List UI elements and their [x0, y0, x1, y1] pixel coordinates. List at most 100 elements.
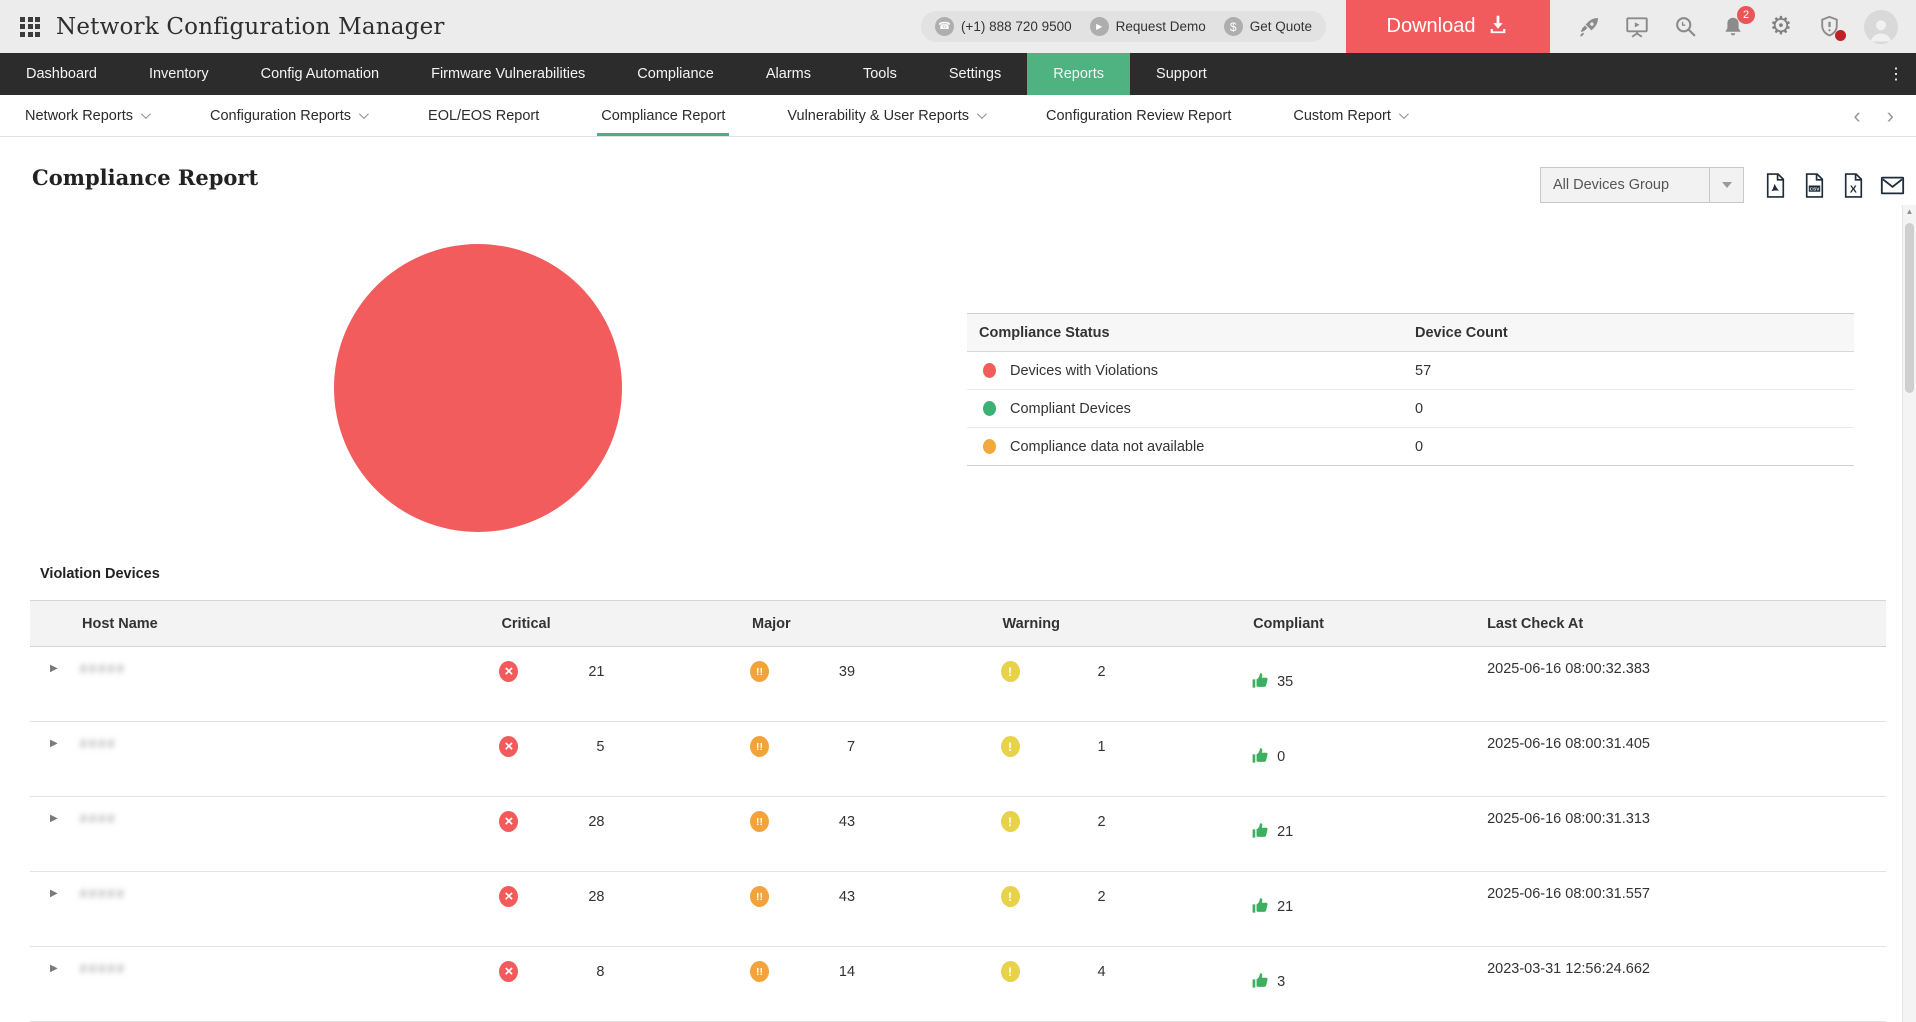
contact-pill: ☎ (+1) 888 720 9500 ▶ Request Demo $ Get… — [921, 11, 1326, 42]
subnav-configuration-review-report[interactable]: Configuration Review Report — [1046, 95, 1231, 136]
compliance-report-page: Network Configuration Manager ☎ (+1) 888… — [0, 0, 1916, 1022]
status-table-header: Compliance Status Device Count — [967, 313, 1854, 352]
row-expander-icon[interactable] — [50, 888, 58, 899]
major-icon — [750, 886, 769, 907]
col-last-check-at: Last Check At — [1459, 601, 1886, 647]
status-row-compliant[interactable]: Compliant Devices 0 — [967, 390, 1854, 428]
vertical-scrollbar[interactable]: ▲ — [1902, 205, 1916, 1022]
warning-icon — [1001, 886, 1020, 907]
phone-number: (+1) 888 720 9500 — [961, 19, 1072, 34]
violation-table-header-row: Host Name Critical Major Warning Complia… — [30, 601, 1886, 647]
compliant-count: 21 — [1277, 899, 1293, 915]
download-label: Download — [1387, 15, 1476, 38]
csv-export-icon[interactable]: CSV — [1801, 171, 1827, 199]
device-row[interactable]: #### 5 7 1 0 — [30, 722, 1886, 797]
scrollbar-thumb[interactable] — [1905, 223, 1914, 393]
nav-item-inventory[interactable]: Inventory — [123, 53, 235, 95]
status-label: Devices with Violations — [1010, 363, 1158, 379]
compliant-count: 35 — [1277, 674, 1293, 690]
user-avatar[interactable] — [1864, 10, 1898, 44]
subnav-label: Custom Report — [1293, 108, 1391, 124]
excel-export-icon[interactable]: X — [1840, 171, 1866, 199]
critical-icon — [499, 811, 518, 832]
critical-icon — [499, 886, 518, 907]
settings-gear-icon[interactable]: ⚙ — [1768, 14, 1794, 40]
warning-count: 2 — [1024, 889, 1106, 905]
header-icon-bar: 2 ⚙ — [1550, 10, 1916, 44]
last-check-at: 2025-06-16 08:00:31.313 — [1459, 797, 1886, 872]
row-expander-icon[interactable] — [50, 963, 58, 974]
subnav-network-reports[interactable]: Network Reports — [25, 95, 148, 136]
chevron-down-icon — [359, 109, 369, 119]
nav-overflow-menu-icon[interactable]: ⋮ — [1876, 53, 1916, 95]
subnav-scroll-left-icon[interactable]: ‹ — [1853, 103, 1860, 129]
nav-item-tools[interactable]: Tools — [837, 53, 923, 95]
nav-item-alarms[interactable]: Alarms — [740, 53, 837, 95]
row-expander-icon[interactable] — [50, 663, 58, 674]
compliant-count: 21 — [1277, 824, 1293, 840]
thumbs-up-icon — [1251, 671, 1270, 690]
nav-item-compliance[interactable]: Compliance — [611, 53, 740, 95]
chevron-down-icon — [1399, 109, 1409, 119]
notifications-bell-icon[interactable]: 2 — [1720, 14, 1746, 40]
nav-item-settings[interactable]: Settings — [923, 53, 1027, 95]
whats-new-rocket-icon[interactable] — [1576, 14, 1602, 40]
subnav-custom-report[interactable]: Custom Report — [1293, 95, 1406, 136]
critical-icon — [499, 661, 518, 682]
device-group-select-value: All Devices Group — [1541, 177, 1709, 193]
critical-icon — [499, 961, 518, 982]
status-row-no-data[interactable]: Compliance data not available 0 — [967, 428, 1854, 466]
scrollbar-up-arrow[interactable]: ▲ — [1903, 207, 1916, 216]
last-check-at: 2025-06-16 08:00:31.557 — [1459, 872, 1886, 947]
subnav-configuration-reports[interactable]: Configuration Reports — [210, 95, 366, 136]
security-shield-alert-icon[interactable] — [1816, 14, 1842, 40]
nav-item-support[interactable]: Support — [1130, 53, 1233, 95]
device-row[interactable]: ##### 28 43 2 21 — [30, 872, 1886, 947]
status-col-compliance-status: Compliance Status — [967, 325, 1415, 341]
demo-presentation-icon[interactable] — [1624, 14, 1650, 40]
nav-item-reports[interactable]: Reports — [1027, 53, 1130, 95]
device-row[interactable]: ##### 8 14 4 3 — [30, 947, 1886, 1022]
nav-item-dashboard[interactable]: Dashboard — [0, 53, 123, 95]
demo-screen-icon: ▶ — [1090, 17, 1109, 36]
device-group-select[interactable]: All Devices Group — [1540, 167, 1744, 203]
device-row[interactable]: ##### 21 39 2 35 — [30, 647, 1886, 722]
status-row-violations[interactable]: Devices with Violations 57 — [967, 352, 1854, 390]
row-expander-icon[interactable] — [50, 738, 58, 749]
download-icon — [1487, 13, 1509, 41]
major-count: 39 — [773, 664, 855, 680]
top-header: Network Configuration Manager ☎ (+1) 888… — [0, 0, 1916, 53]
violation-devices-title: Violation Devices — [40, 566, 160, 582]
status-label: Compliance data not available — [1010, 439, 1204, 455]
status-count: 57 — [1415, 363, 1854, 379]
subnav-label: Configuration Review Report — [1046, 108, 1231, 124]
subnav-compliance-report[interactable]: Compliance Report — [601, 95, 725, 136]
subnav-scroll-right-icon[interactable]: › — [1887, 103, 1894, 129]
major-count: 7 — [773, 739, 855, 755]
major-count: 43 — [773, 814, 855, 830]
app-grid-icon[interactable] — [20, 17, 40, 37]
request-demo-link[interactable]: Request Demo — [1116, 19, 1206, 34]
page-title: Compliance Report — [32, 165, 258, 190]
device-row[interactable]: #### 28 43 2 21 — [30, 797, 1886, 872]
thumbs-up-icon — [1251, 896, 1270, 915]
critical-count: 28 — [522, 814, 604, 830]
email-export-icon[interactable] — [1879, 171, 1905, 199]
nav-item-firmware-vulnerabilities[interactable]: Firmware Vulnerabilities — [405, 53, 611, 95]
major-count: 14 — [773, 964, 855, 980]
compliance-status-table: Compliance Status Device Count Devices w… — [967, 313, 1854, 466]
row-expander-icon[interactable] — [50, 813, 58, 824]
subnav-label: Compliance Report — [601, 108, 725, 124]
violation-devices-table: Host Name Critical Major Warning Complia… — [30, 600, 1886, 1022]
compliance-pie-chart[interactable] — [334, 244, 622, 532]
major-count: 43 — [773, 889, 855, 905]
export-icons: CSV X — [1762, 171, 1905, 199]
search-icon[interactable] — [1672, 14, 1698, 40]
subnav-vulnerability-user-reports[interactable]: Vulnerability & User Reports — [787, 95, 984, 136]
get-quote-link[interactable]: Get Quote — [1250, 19, 1312, 34]
nav-item-config-automation[interactable]: Config Automation — [235, 53, 406, 95]
select-caret[interactable] — [1709, 168, 1743, 202]
download-button[interactable]: Download — [1346, 0, 1550, 53]
pdf-export-icon[interactable] — [1762, 171, 1788, 199]
subnav-eol-eos-report[interactable]: EOL/EOS Report — [428, 95, 539, 136]
